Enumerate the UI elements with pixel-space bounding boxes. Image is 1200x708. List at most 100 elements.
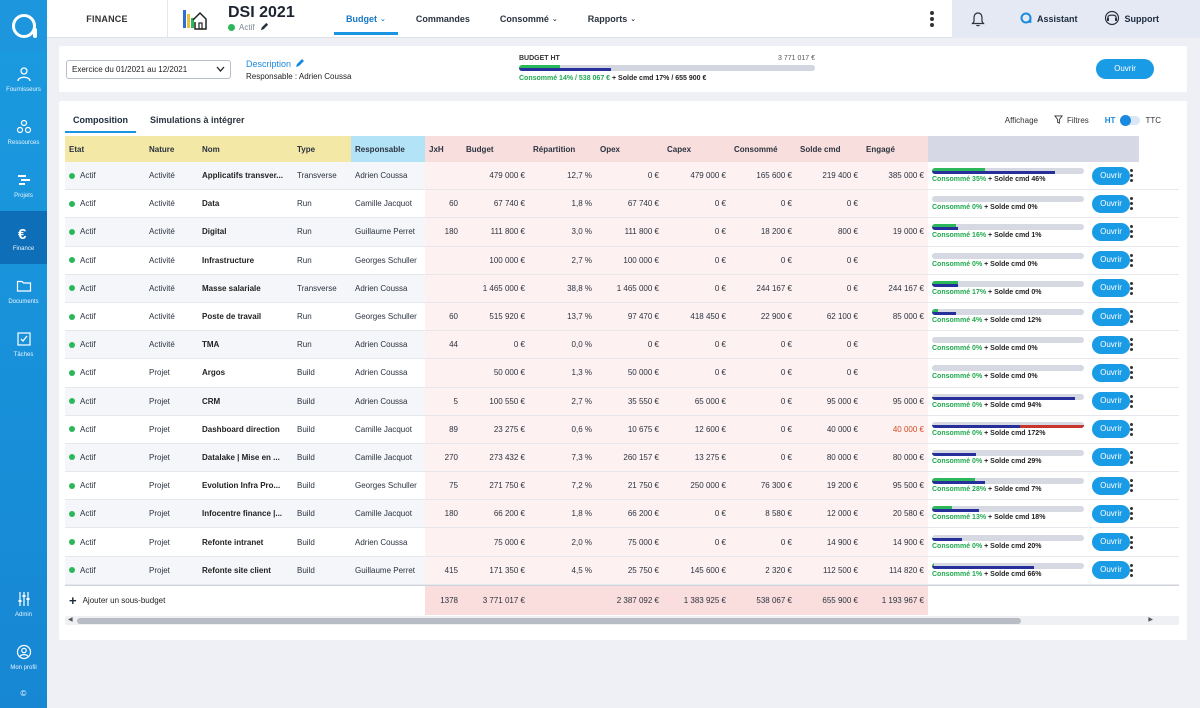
open-row-button[interactable]: Ouvrir <box>1092 222 1130 241</box>
cell-budget: 100 550 € <box>462 387 529 415</box>
app-logo[interactable] <box>0 0 47 52</box>
cell-text: 89 <box>449 424 458 434</box>
consumed-text: Consommé 0% <box>932 429 983 437</box>
row-more-icon[interactable] <box>1130 563 1133 577</box>
row-more-icon[interactable] <box>1130 197 1133 211</box>
tab-composition[interactable]: Composition <box>65 111 136 133</box>
column-header-type[interactable]: Type <box>293 136 351 162</box>
row-more-icon[interactable] <box>1130 225 1133 239</box>
sidebar-item-finance[interactable]: € Finance <box>0 211 47 264</box>
tab-consomm[interactable]: Consommé ⌄ <box>488 0 570 38</box>
cell-text: 0 € <box>714 537 726 547</box>
horizontal-scrollbar[interactable]: ◀ ▶ <box>65 616 1179 625</box>
row-more-icon[interactable] <box>1130 366 1133 380</box>
column-header-consomme[interactable]: Consommé <box>730 136 796 162</box>
column-header-jxh[interactable]: JxH <box>425 136 462 162</box>
column-header-nom[interactable]: Nom <box>198 136 293 162</box>
notifications-bell-icon[interactable] <box>952 0 1004 38</box>
table-row[interactable]: Actif Projet Infocentre finance |... Build C… <box>65 500 1179 529</box>
open-row-button[interactable]: Ouvrir <box>1092 533 1130 552</box>
open-row-button[interactable]: Ouvrir <box>1092 279 1130 298</box>
sidebar-item-documents[interactable]: Documents <box>0 264 47 317</box>
row-more-icon[interactable] <box>1130 310 1133 324</box>
sidebar-item-admin[interactable]: Admin <box>0 577 47 630</box>
description-link[interactable]: Description <box>246 58 351 70</box>
open-row-button[interactable]: Ouvrir <box>1092 561 1130 580</box>
scroll-right-arrow-icon[interactable]: ▶ <box>1148 616 1153 625</box>
table-row[interactable]: Actif Activité Masse salariale Transverse Ad… <box>65 274 1179 303</box>
table-row[interactable]: Actif Projet Evolution Infra Pro... Build Ge… <box>65 472 1179 501</box>
edit-pencil-icon[interactable] <box>260 22 269 33</box>
table-row[interactable]: Actif Activité Infrastructure Run Georges Sc… <box>65 246 1179 275</box>
assistant-button[interactable]: Assistant <box>1020 12 1078 26</box>
table-row[interactable]: Actif Activité Applicatifs transver... Tran… <box>65 162 1179 191</box>
column-header-nature[interactable]: Nature <box>145 136 198 162</box>
table-row[interactable]: Actif Activité Digital Run Guillaume Perret 1… <box>65 218 1179 247</box>
affichage-button[interactable]: Affichage <box>1005 116 1038 125</box>
row-more-icon[interactable] <box>1130 338 1133 352</box>
open-row-button[interactable]: Ouvrir <box>1092 504 1130 523</box>
tab-rapports[interactable]: Rapports ⌄ <box>576 0 648 38</box>
column-header-capex[interactable]: Capex <box>663 136 730 162</box>
row-more-icon[interactable] <box>1130 479 1133 493</box>
row-more-icon[interactable] <box>1130 253 1133 267</box>
row-more-icon[interactable] <box>1130 281 1133 295</box>
tab-commandes[interactable]: Commandes <box>404 0 482 38</box>
resources-icon <box>15 118 33 136</box>
row-more-icon[interactable] <box>1130 507 1133 521</box>
open-row-button[interactable]: Ouvrir <box>1092 194 1130 213</box>
column-header-opex[interactable]: Opex <box>596 136 663 162</box>
table-row[interactable]: Actif Activité TMA Run Adrien Coussa 44 0 € 0,0… <box>65 331 1179 360</box>
row-more-icon[interactable] <box>1130 394 1133 408</box>
scrollbar-thumb[interactable] <box>77 618 1021 624</box>
cell-progress: Consommé 1% + Solde cmd 66% <box>928 557 1088 584</box>
open-row-button[interactable]: Ouvrir <box>1092 307 1130 326</box>
open-row-button[interactable]: Ouvrir <box>1092 335 1130 354</box>
column-header-repartition[interactable]: Répartition <box>529 136 596 162</box>
cell-responsable: Adrien Coussa <box>351 359 425 386</box>
sidebar-item-fournisseurs[interactable]: Fournisseurs <box>0 52 47 105</box>
scroll-left-arrow-icon[interactable]: ◀ <box>68 616 73 625</box>
column-header-engage[interactable]: Engagé <box>862 136 928 162</box>
row-more-icon[interactable] <box>1130 422 1133 436</box>
table-row[interactable]: Actif Activité Poste de travail Run Georges … <box>65 302 1179 332</box>
etat-text: Actif <box>80 452 96 462</box>
table-row[interactable]: Actif Projet Dashboard direction Build Camil… <box>65 415 1179 444</box>
table-row[interactable]: Actif Projet Refonte intranet Build Adrien C… <box>65 528 1179 557</box>
table-row[interactable]: Actif Projet CRM Build Adrien Coussa 5 100 550… <box>65 387 1179 416</box>
row-more-icon[interactable] <box>1130 169 1133 183</box>
filters-button[interactable]: Filtres <box>1053 115 1089 126</box>
sidebar-item-taches[interactable]: Tâches <box>0 317 47 370</box>
support-button[interactable]: Support <box>1104 10 1159 28</box>
open-row-button[interactable]: Ouvrir <box>1092 251 1130 270</box>
table-row[interactable]: Actif Projet Datalake | Mise en ... Build Ca… <box>65 443 1179 473</box>
ht-ttc-toggle[interactable]: HT TTC <box>1105 115 1161 126</box>
table-row[interactable]: Actif Activité Data Run Camille Jacquot 60 67 … <box>65 190 1179 219</box>
exercise-select[interactable]: Exercice du 01/2021 au 12/2021 <box>66 60 231 79</box>
row-more-icon[interactable] <box>1130 450 1133 464</box>
open-row-button[interactable]: Ouvrir <box>1092 476 1130 495</box>
column-header-solde-cmd[interactable]: Solde cmd <box>796 136 862 162</box>
edit-pencil-icon[interactable] <box>295 58 305 70</box>
open-row-button[interactable]: Ouvrir <box>1092 166 1130 185</box>
column-header-responsable[interactable]: Responsable <box>351 136 425 162</box>
toggle-switch[interactable] <box>1120 115 1141 126</box>
open-row-button[interactable]: Ouvrir <box>1092 363 1130 382</box>
table-row[interactable]: Actif Projet Refonte site client Build Guill… <box>65 556 1179 585</box>
sidebar-item-profil[interactable]: Mon profil <box>0 630 47 683</box>
more-menu-icon[interactable] <box>912 0 952 38</box>
row-more-icon[interactable] <box>1130 535 1133 549</box>
open-budget-button[interactable]: Ouvrir <box>1096 59 1154 79</box>
open-row-button[interactable]: Ouvrir <box>1092 392 1130 411</box>
column-header-etat[interactable]: Etat <box>65 136 145 162</box>
tab-simulations[interactable]: Simulations à intégrer <box>142 111 253 133</box>
column-header-budget[interactable]: Budget <box>462 136 529 162</box>
add-sub-budget-button[interactable]: + Ajouter un sous-budget <box>69 593 165 608</box>
open-row-button[interactable]: Ouvrir <box>1092 420 1130 439</box>
open-row-button[interactable]: Ouvrir <box>1092 448 1130 467</box>
table-row[interactable]: Actif Projet Argos Build Adrien Coussa 50 000… <box>65 359 1179 388</box>
sidebar-item-ressources[interactable]: Ressources <box>0 105 47 158</box>
tab-budget[interactable]: Budget ⌄ <box>334 0 398 38</box>
cell-nom: Datalake | Mise en ... <box>198 443 293 472</box>
sidebar-item-projets[interactable]: Projets <box>0 158 47 211</box>
